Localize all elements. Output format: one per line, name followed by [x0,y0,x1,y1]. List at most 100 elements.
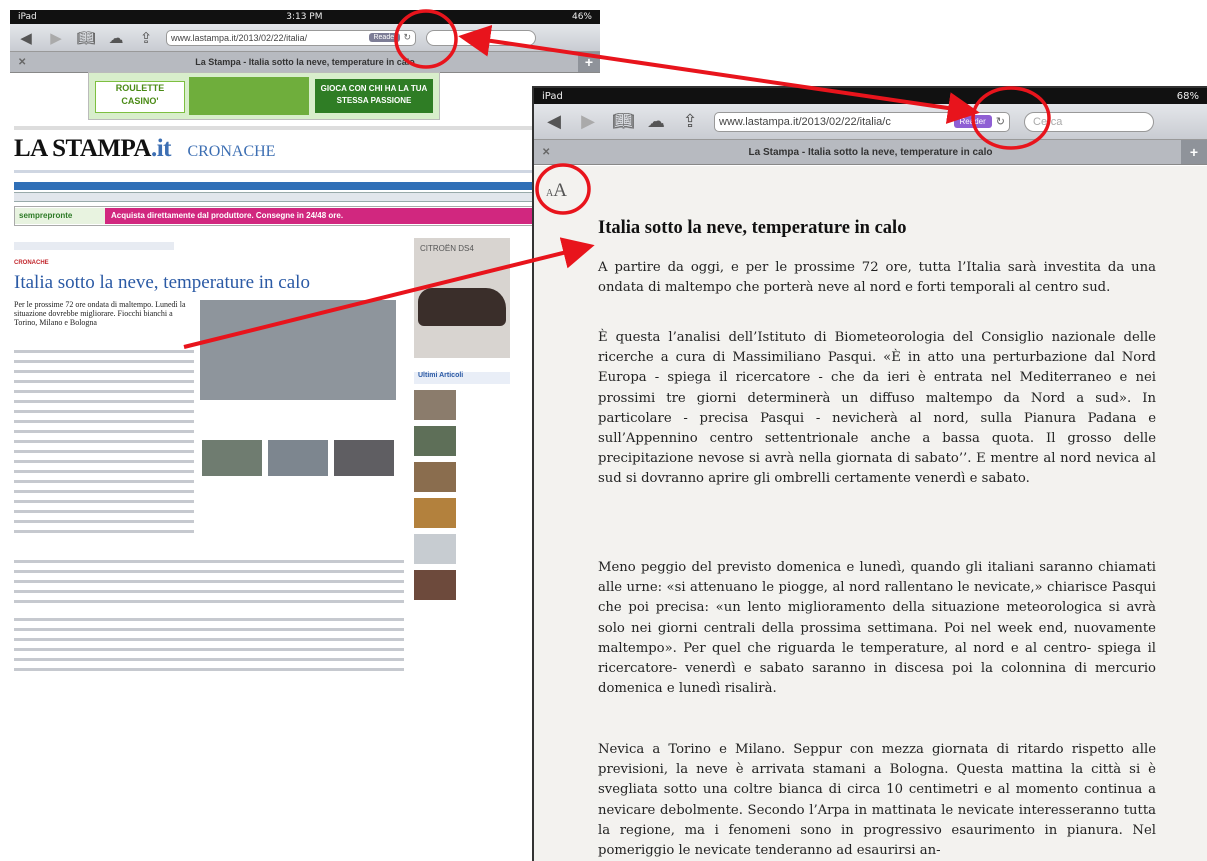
body-line [14,410,194,413]
sidebar-ad[interactable]: CITROËN DS4 [414,238,510,358]
body-line [14,668,404,671]
body-line [14,590,404,593]
search-input[interactable] [426,29,536,46]
browser-toolbar: ◀ ▶ 📖︎ ☁︎ ⇪ www.lastampa.it/2013/02/22/i… [10,24,600,52]
promo-text: Acquista direttamente dal produttore. Co… [105,208,595,224]
body-line [14,440,194,443]
close-tab-icon[interactable]: ✕ [542,147,550,158]
body-line [14,600,404,603]
body-line [14,500,194,503]
reader-button[interactable]: Reader [369,33,401,42]
close-tab-icon[interactable]: ✕ [18,57,26,68]
browser-toolbar: ◀ ▶ 📖︎ ☁︎ ⇪ www.lastampa.it/2013/02/22/i… [534,104,1207,140]
body-line [14,420,194,423]
search-input[interactable]: Cerca [1024,111,1154,132]
forward-icon[interactable]: ▶ [46,29,66,47]
sub-nav[interactable] [14,192,596,202]
article-title: Italia sotto la neve, temperature in cal… [14,272,310,293]
article-section: CRONACHE [14,260,49,266]
status-bar: iPad 68% [534,88,1207,104]
new-tab-icon[interactable]: + [578,52,600,72]
article-photo[interactable] [200,300,396,400]
cloud-icon[interactable]: ☁︎ [646,111,666,132]
top-links-bar [14,126,596,130]
ad-text: GIOCA CON CHI HA LA TUA STESSA PASSIONE [315,79,433,113]
font-size-toggle[interactable]: AA [546,180,567,202]
tab-bar: ✕ La Stampa - Italia sotto la neve, temp… [10,52,600,73]
reload-icon[interactable]: ↻ [403,32,411,43]
latest-articles-header: Ultimi Articoli [414,372,510,384]
address-bar[interactable]: www.lastampa.it/2013/02/22/italia/ Reade… [166,29,416,46]
ad-logo: ROULETTE CASINO' [95,81,185,113]
gallery-thumb[interactable] [202,440,262,476]
body-line [14,370,194,373]
body-line [14,580,404,583]
body-line [14,570,404,573]
status-bar: iPad 3:13 PM 46% [10,10,600,24]
address-text: www.lastampa.it/2013/02/22/italia/c [719,115,891,128]
body-line [14,460,194,463]
banner-ad[interactable]: ROULETTE CASINO' GIOCA CON CHI HA LA TUA… [88,72,440,120]
main-nav[interactable] [14,182,596,190]
share-icon[interactable]: ⇪ [680,111,700,132]
site-logo[interactable]: LA STAMPA.it [14,135,171,162]
body-line [14,638,404,641]
article-paragraph: È questa l’analisi dell’Istituto di Biom… [598,330,1156,487]
back-icon[interactable]: ◀ [16,29,36,47]
device-label: iPad [18,12,37,22]
share-icon[interactable]: ⇪ [136,29,156,47]
tab-title[interactable]: La Stampa - Italia sotto la neve, temper… [749,147,993,158]
battery-level: 68% [1176,90,1199,102]
body-line [14,490,194,493]
body-line [14,450,194,453]
bookmarks-icon[interactable]: 📖︎ [612,111,635,132]
tab-title[interactable]: La Stampa - Italia sotto la neve, temper… [195,57,415,67]
body-line [14,380,194,383]
font-large-icon: A [553,180,567,201]
body-line [14,400,194,403]
car-image [418,288,506,326]
body-line [14,430,194,433]
reader-pane: AA Italia sotto la neve, temperature in … [534,166,1207,861]
bookmarks-icon[interactable]: 📖︎ [76,29,96,47]
body-line [14,510,194,513]
latest-article-thumb[interactable] [414,390,456,420]
latest-article-thumb[interactable] [414,462,456,492]
latest-article-thumb[interactable] [414,426,456,456]
body-line [14,470,194,473]
social-share-bar[interactable] [14,242,174,250]
body-line [14,628,404,631]
reload-icon[interactable]: ↻ [996,115,1005,128]
forward-icon[interactable]: ▶ [578,111,598,132]
new-tab-icon[interactable]: + [1181,140,1207,164]
article-title: Italia sotto la neve, temperature in cal… [598,218,907,238]
site-section: CRONACHE [187,143,276,160]
body-line [14,560,404,563]
promo-banner[interactable]: semprepronte Acquista direttamente dal p… [14,206,596,226]
gallery-thumb[interactable] [268,440,328,476]
latest-article-thumb[interactable] [414,498,456,528]
city-links-bar [14,170,596,173]
body-line [14,648,404,651]
desktop-view-screenshot: iPad 3:13 PM 46% ◀ ▶ 📖︎ ☁︎ ⇪ www.lastamp… [10,10,600,685]
device-label: iPad [542,90,563,102]
article-paragraph: A partire da oggi, e per le prossime 72 … [598,260,1156,296]
body-line [14,530,194,533]
article-paragraph: Meno peggio del previsto domenica e lune… [598,560,1156,697]
reader-view-screenshot: iPad 68% ◀ ▶ 📖︎ ☁︎ ⇪ www.lastampa.it/201… [532,86,1207,861]
gallery-thumb[interactable] [334,440,394,476]
sidebar-ad-label: CITROËN DS4 [420,244,474,253]
article-paragraph: Nevica a Torino e Milano. Seppur con mez… [598,742,1156,859]
body-line [14,390,194,393]
back-icon[interactable]: ◀ [544,111,564,132]
tab-bar: ✕ La Stampa - Italia sotto la neve, temp… [534,140,1207,165]
promo-brand: semprepronte [15,208,105,224]
article-subtitle: Per le prossime 72 ore ondata di maltemp… [14,300,186,327]
reader-button[interactable]: Reader [953,115,992,128]
address-bar[interactable]: www.lastampa.it/2013/02/22/italia/c Read… [714,111,1010,132]
address-text: www.lastampa.it/2013/02/22/italia/ [171,32,308,43]
cloud-icon[interactable]: ☁︎ [106,29,126,47]
latest-article-thumb[interactable] [414,534,456,564]
body-line [14,480,194,483]
latest-article-thumb[interactable] [414,570,456,600]
